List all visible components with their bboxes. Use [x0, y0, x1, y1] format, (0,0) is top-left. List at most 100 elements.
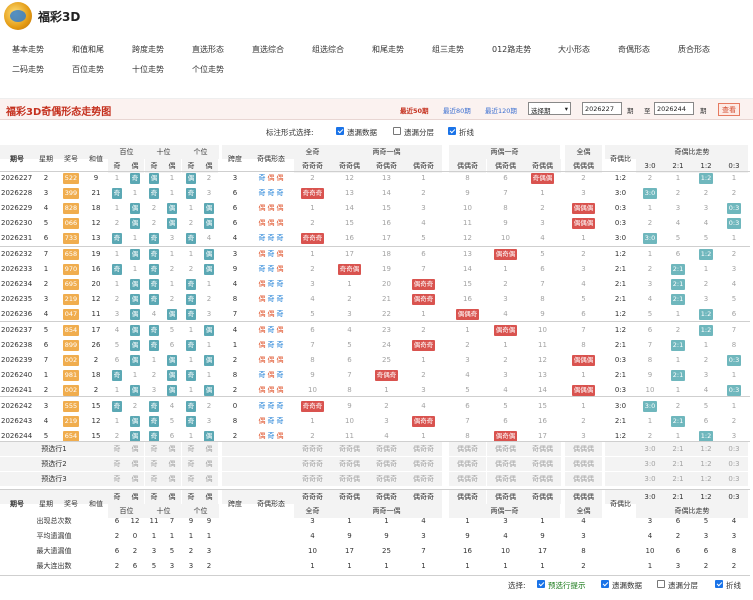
pattern-miss: 1	[384, 386, 389, 394]
odd-even-mark: 奇	[108, 231, 126, 245]
pattern-footer-subheader: 奇偶偶	[524, 490, 561, 504]
miss-value: 2	[151, 371, 157, 379]
row-divider	[0, 246, 750, 247]
sum-cell: 26	[91, 341, 101, 349]
pattern-miss: 4	[503, 386, 508, 394]
odd-even-mark: 奇	[182, 338, 200, 352]
issue-cell: 2026239	[1, 356, 33, 364]
sum-cell: 2	[93, 356, 99, 364]
pattern-miss: 5	[310, 310, 315, 318]
ratio-hit: 2:1	[667, 338, 689, 352]
pattern-hit: 奇奇偶	[331, 262, 368, 276]
sum-footer-header: 和值	[84, 490, 108, 508]
miss-value: 1	[206, 341, 212, 349]
ratio-miss: 6	[703, 417, 709, 425]
predict-hint-checkbox[interactable]	[537, 580, 545, 588]
sum-cell: 17	[91, 326, 101, 334]
stat-pattern: 1	[384, 517, 389, 525]
ratio-cell: 2:1	[614, 265, 627, 273]
ratio-miss: 6	[647, 326, 653, 334]
marker: 奇	[185, 294, 197, 305]
sum-cell: 16	[91, 265, 101, 273]
miss-value: 6	[114, 356, 120, 364]
predict-odd-even: 奇	[182, 457, 200, 471]
predict-pattern: 偶偶偶	[565, 442, 602, 456]
pattern-miss: 6	[310, 326, 315, 334]
marker: 奇	[111, 188, 123, 199]
stat-pos: 9	[206, 517, 212, 525]
stat-pattern: 10	[308, 547, 317, 555]
marker: 偶奇偶	[493, 249, 518, 260]
form-char: 偶	[258, 219, 266, 227]
pattern-miss: 9	[503, 219, 508, 227]
footer-line-checkbox[interactable]	[715, 580, 723, 588]
pattern-miss: 6	[465, 402, 470, 410]
form-char: 偶	[276, 250, 284, 258]
prize-number: 066	[61, 216, 81, 230]
span-header: 跨度	[222, 145, 248, 163]
predict-pattern: 偶奇偶	[487, 472, 524, 486]
ratio-cell: 1:2	[614, 326, 627, 334]
odd-even-mark: 奇	[182, 231, 200, 245]
predict-odd-even: 奇	[145, 472, 163, 486]
marker: 2:1	[670, 340, 686, 351]
marker: 偶奇奇	[411, 279, 436, 290]
marker: 奇偶偶	[530, 173, 555, 184]
pattern-miss: 1	[465, 326, 470, 334]
stat-pos: 2	[132, 547, 138, 555]
miss-value: 1	[188, 326, 194, 334]
odd-even-mark: 偶	[126, 247, 144, 261]
miss-value: 1	[188, 356, 194, 364]
odd-even-mark: 偶	[126, 383, 144, 397]
ratio-miss: 3	[703, 295, 709, 303]
marker: 522	[62, 173, 80, 184]
predict-odd-even: 偶	[126, 442, 144, 456]
predict-odd-even: 偶	[126, 457, 144, 471]
form-cell: 奇奇偶	[248, 262, 294, 276]
odd-even-mark: 奇	[108, 399, 126, 413]
ratio-miss: 8	[647, 356, 653, 364]
form-char: 偶	[276, 386, 284, 394]
week-cell: 3	[43, 402, 49, 410]
stat-label: 平均遗漏值	[36, 532, 72, 540]
ratio-cell: 0:3	[614, 356, 627, 364]
sum-cell: 11	[91, 310, 101, 318]
ratio-hit: 2:1	[667, 277, 689, 291]
odd-even-mark: 偶	[126, 323, 144, 337]
predict-pattern: 偶偶奇	[449, 472, 486, 486]
pattern-miss: 10	[538, 326, 547, 334]
predict-pattern: 奇偶偶	[524, 472, 561, 486]
predict-pattern: 偶偶偶	[565, 472, 602, 486]
week-footer-header: 星期	[34, 490, 58, 508]
footer-layer-checkbox[interactable]	[657, 580, 665, 588]
footer-miss-label: 遗漏数据	[612, 581, 642, 590]
footer-miss-checkbox[interactable]	[601, 580, 609, 588]
miss-value: 2	[151, 219, 157, 227]
ratio-miss: 2	[731, 189, 737, 197]
stat-pattern: 1	[347, 517, 352, 525]
marker: 偶	[129, 355, 141, 366]
form-char: 奇	[258, 371, 266, 379]
pattern-miss: 1	[421, 356, 426, 364]
stat-pos: 1	[206, 532, 212, 540]
odd-even-mark: 偶	[163, 368, 181, 382]
form-char: 奇	[267, 234, 275, 242]
prize-footer-header: 奖号	[58, 490, 84, 508]
ratio-miss: 5	[675, 234, 681, 242]
marker: 偶	[166, 355, 178, 366]
ratio-miss: 7	[731, 326, 737, 334]
ratio-cell: 2:1	[614, 417, 627, 425]
stat-pos: 6	[114, 517, 120, 525]
pattern-miss: 7	[581, 326, 586, 334]
odd-even-mark: 奇	[108, 262, 126, 276]
stat-ratio: 2	[731, 562, 737, 570]
form-char: 奇	[267, 250, 275, 258]
week-cell: 1	[43, 265, 49, 273]
ratio-trend-header: 奇偶比走势	[636, 145, 748, 159]
span-footer-header: 跨度	[222, 490, 248, 508]
pattern-miss: 5	[581, 295, 586, 303]
form-char: 偶	[258, 356, 266, 364]
marker: 2:1	[670, 370, 686, 381]
pattern-miss: 8	[465, 174, 470, 182]
pattern-miss: 15	[345, 219, 354, 227]
